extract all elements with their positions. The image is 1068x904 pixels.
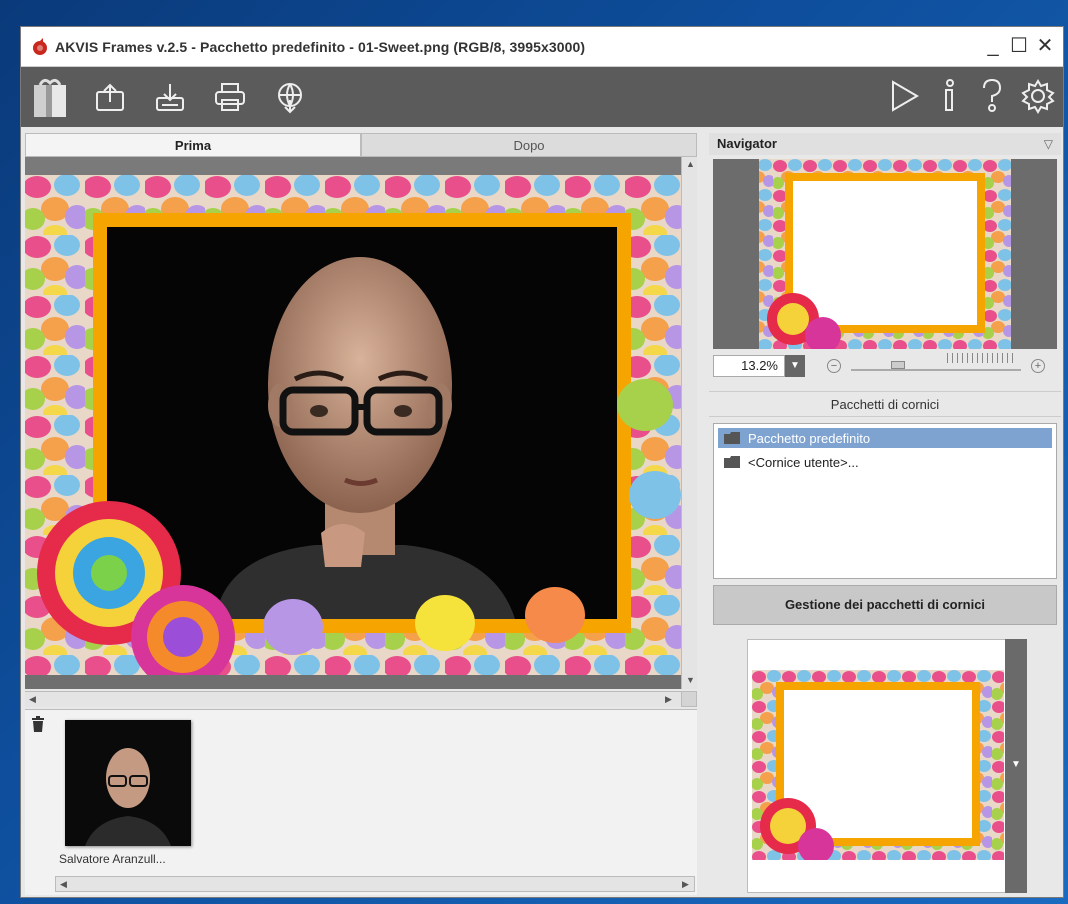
share-button[interactable]	[269, 76, 311, 118]
image-canvas[interactable]: ▲ ▼	[25, 157, 697, 689]
navigator-title: Navigator	[717, 136, 777, 151]
run-icon[interactable]	[885, 76, 923, 116]
app-window: AKVIS Frames v.2.5 - Pacchetto predefini…	[20, 26, 1064, 898]
print-icon	[215, 83, 245, 111]
window-title: AKVIS Frames v.2.5 - Pacchetto predefini…	[55, 38, 586, 55]
frame-packs-list: Pacchetto predefinito <Cornice utente>..…	[713, 423, 1057, 579]
chevron-down-icon[interactable]: ▽	[1044, 133, 1053, 155]
canvas-vertical-scrollbar[interactable]: ▲ ▼	[681, 157, 697, 689]
canvas-margin	[25, 157, 681, 175]
folder-icon	[724, 456, 740, 468]
share-icon	[278, 83, 302, 114]
navigator-frame-preview	[759, 159, 1011, 349]
tab-before[interactable]: Prima	[25, 133, 361, 157]
save-file-icon	[156, 84, 184, 111]
list-item-label: Pacchetto predefinito	[748, 430, 871, 446]
frame-thumbnail[interactable]	[752, 670, 1004, 860]
thumbnail-caption: Salvatore Aranzull...	[59, 852, 166, 866]
zoom-out-icon[interactable]: −	[827, 359, 841, 373]
navigator-header: Navigator ▽	[709, 133, 1061, 155]
save-button[interactable]	[149, 76, 191, 118]
zoom-dropdown-button[interactable]: ▼	[785, 355, 805, 377]
manage-packs-button[interactable]: Gestione dei pacchetti di cornici	[713, 585, 1057, 625]
canvas-horizontal-scrollbar[interactable]: ◀ ▶	[25, 691, 681, 707]
caret-down-icon[interactable]: ▼	[1011, 759, 1021, 770]
title-bar: AKVIS Frames v.2.5 - Pacchetto predefini…	[21, 27, 1063, 67]
frame-thumbnail-image	[752, 670, 1004, 860]
zoom-ticks	[947, 353, 1017, 363]
help-icon[interactable]	[977, 76, 1007, 116]
frame-preview[interactable]	[747, 639, 1027, 893]
portrait-thumbnail	[65, 720, 191, 846]
settings-icon[interactable]	[1019, 76, 1057, 116]
trash-icon[interactable]	[31, 716, 45, 732]
navigator-preview[interactable]	[713, 159, 1057, 349]
close-button[interactable]: ✕	[1033, 33, 1057, 59]
thumbnail-image[interactable]	[65, 720, 191, 846]
minimize-button[interactable]: _	[981, 33, 1005, 59]
folder-icon	[724, 432, 740, 444]
open-button[interactable]	[89, 76, 131, 118]
akvis-logo-icon	[33, 37, 47, 55]
zoom-level-field[interactable]: 13.2%	[713, 355, 785, 377]
zoom-slider[interactable]	[851, 353, 1021, 371]
window-controls: _ ☐ ✕	[981, 33, 1057, 59]
view-tabs: Prima Dopo	[25, 133, 697, 157]
list-item[interactable]: <Cornice utente>...	[718, 452, 1052, 472]
toolbar-right	[885, 76, 1057, 116]
gift-button[interactable]	[29, 76, 71, 118]
info-icon[interactable]	[935, 76, 965, 116]
frame-preview-scrollbar[interactable]: ▼	[1005, 639, 1027, 893]
frame-packs-header: Pacchetti di cornici	[709, 391, 1061, 417]
list-item[interactable]: Pacchetto predefinito	[718, 428, 1052, 448]
gift-icon	[34, 78, 66, 117]
main-toolbar	[21, 67, 1063, 127]
scroll-corner	[681, 691, 697, 707]
thumbnail-scrollbar[interactable]: ◀ ▶	[55, 876, 695, 892]
zoom-controls: 13.2% ▼ − +	[713, 353, 1057, 379]
zoom-slider-thumb[interactable]	[891, 361, 905, 369]
thumbnail-strip: Salvatore Aranzull... ◀ ▶	[25, 709, 697, 895]
list-item-label: <Cornice utente>...	[748, 454, 859, 470]
open-file-icon	[96, 83, 124, 111]
framed-photo	[25, 175, 681, 675]
print-button[interactable]	[209, 76, 251, 118]
zoom-in-icon[interactable]: +	[1031, 359, 1045, 373]
tab-after[interactable]: Dopo	[361, 133, 697, 157]
maximize-button[interactable]: ☐	[1007, 33, 1031, 59]
